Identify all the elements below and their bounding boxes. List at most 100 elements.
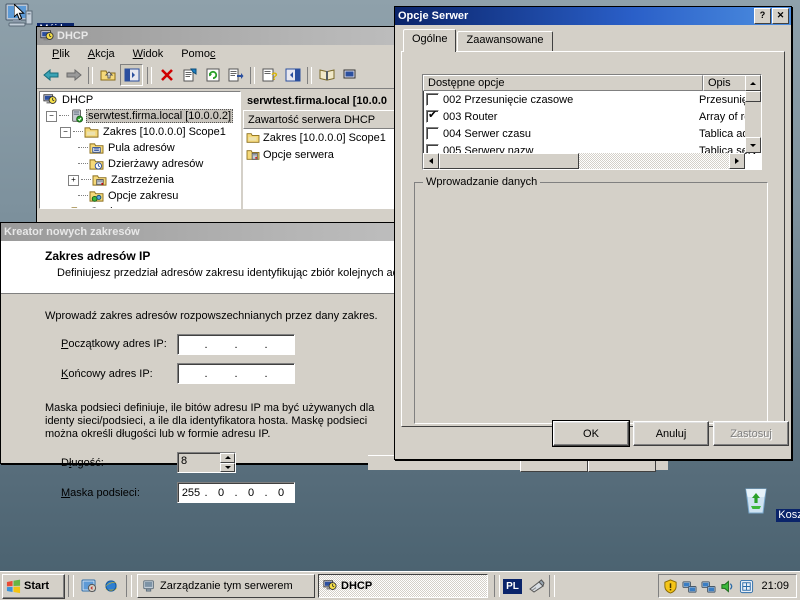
tree-item-server-options[interactable]: Opcje serwera: [40, 204, 240, 208]
option-row[interactable]: ✔ 003 Router Array of rou: [423, 108, 761, 125]
option-checkbox[interactable]: [426, 127, 439, 140]
tree-item-scope-options[interactable]: Opcje zakresu: [40, 188, 240, 204]
network-icon-2[interactable]: [701, 579, 716, 594]
horizontal-scroll-thumb[interactable]: [439, 153, 579, 169]
ok-button[interactable]: OK: [552, 420, 630, 447]
wizard-next-button[interactable]: [588, 458, 656, 472]
option-checkbox-checked[interactable]: ✔: [426, 110, 439, 123]
subnet-mask-input[interactable]: 255 . 0 . 0 . 0: [177, 482, 295, 503]
show-tree-icon[interactable]: [120, 64, 143, 86]
option-row[interactable]: 002 Przesunięcie czasowe Przesunięci: [423, 91, 761, 108]
tree-item-address-leases[interactable]: Dzierżawy adresów: [40, 156, 240, 172]
tree-item-dhcp[interactable]: DHCP: [40, 92, 240, 108]
back-arrow-icon[interactable]: [40, 65, 61, 85]
mask-length-stepper[interactable]: 8: [177, 452, 236, 473]
tree-expander-collapse-icon[interactable]: −: [46, 110, 57, 122]
options-dialog-titlebar[interactable]: Opcje Serwer ? ✕: [395, 7, 791, 25]
scroll-down-icon[interactable]: [745, 137, 761, 153]
menu-pomoc[interactable]: Pomoc: [172, 47, 224, 61]
option-row[interactable]: 004 Serwer czasu Tablica adr: [423, 125, 761, 142]
tab-zaawansowane[interactable]: Zaawansowane: [457, 31, 553, 52]
input-device-icon[interactable]: [528, 578, 546, 594]
tab-ogolne[interactable]: Ogólne: [403, 29, 457, 52]
dhcp-menubar[interactable]: Plik Akcja Widok Pomoc: [37, 45, 405, 62]
end-ip-input[interactable]: . . .: [177, 363, 295, 384]
subnet-mask-label: Maska podsieci:: [61, 487, 140, 499]
dhcp-toolbar[interactable]: ?: [37, 62, 405, 89]
system-tray[interactable]: 21:09: [658, 574, 797, 598]
tree-expander-expand-icon[interactable]: +: [68, 174, 79, 186]
export-list-icon[interactable]: [225, 65, 246, 85]
available-options-list[interactable]: Dostępne opcje Opis 002 Przesunięcie cza…: [422, 74, 762, 170]
help-icon[interactable]: ?: [259, 65, 280, 85]
tree-expander-collapse-icon[interactable]: −: [60, 126, 71, 138]
help-button[interactable]: ?: [754, 8, 771, 24]
taskbar-button-server-management[interactable]: Zarządzanie tym serwerem: [137, 574, 315, 598]
list-item[interactable]: Zakres [10.0.0.0] Scope1: [243, 129, 403, 146]
wizard-titlebar[interactable]: Kreator nowych zakresów: [1, 223, 397, 241]
tree-item-address-pool[interactable]: Pula adresów: [40, 140, 240, 156]
delete-icon[interactable]: [156, 65, 177, 85]
properties-icon[interactable]: [179, 65, 200, 85]
book-icon[interactable]: [316, 65, 337, 85]
cancel-button[interactable]: Anuluj: [633, 421, 709, 446]
dhcp-results-pane[interactable]: serwtest.firma.local [10.0.0 Zawartość s…: [243, 91, 403, 209]
mask-octet-3[interactable]: 0: [238, 487, 264, 499]
apply-button[interactable]: Zastosuj: [713, 421, 789, 446]
tree-item-scope[interactable]: − Zakres [10.0.0.0] Scope1: [40, 124, 240, 140]
mask-octet-2[interactable]: 0: [208, 487, 234, 499]
start-ip-input[interactable]: . . .: [177, 334, 295, 355]
console-icon[interactable]: [339, 65, 360, 85]
network-icon[interactable]: [682, 579, 697, 594]
clock[interactable]: 21:09: [758, 580, 792, 592]
mask-octet-4[interactable]: 0: [268, 487, 294, 499]
results-column-header[interactable]: Zawartość serwera DHCP: [243, 110, 403, 129]
vmware-tools-icon[interactable]: [739, 579, 754, 594]
dhcp-window-titlebar[interactable]: DHCP: [37, 27, 405, 45]
start-button[interactable]: Start: [2, 573, 65, 599]
taskbar-separator: [68, 575, 74, 597]
vertical-scroll-thumb[interactable]: [745, 91, 761, 102]
dhcp-tree-pane[interactable]: DHCP − serwtest.firma.local [10.0.0.2] −: [39, 91, 241, 209]
show-desktop-icon[interactable]: [81, 578, 97, 594]
scroll-right-icon[interactable]: [729, 153, 745, 169]
quick-launch-bar[interactable]: [77, 578, 123, 594]
list-item[interactable]: Opcje serwera: [243, 146, 403, 163]
list-vertical-scrollbar[interactable]: [745, 75, 761, 153]
scroll-up-icon[interactable]: [745, 75, 761, 91]
show-pane-icon[interactable]: [282, 65, 303, 85]
options-tabstrip[interactable]: Ogólne Zaawansowane: [403, 29, 554, 52]
stepper-up-icon[interactable]: [220, 453, 235, 463]
security-shield-icon[interactable]: [663, 578, 678, 594]
refresh-icon[interactable]: [202, 65, 223, 85]
server-options-dialog[interactable]: Opcje Serwer ? ✕ Ogólne Zaawansowane Dos…: [394, 6, 792, 460]
tree-connector: [78, 163, 88, 165]
wizard-back-button[interactable]: [520, 458, 588, 472]
svg-text:?: ?: [271, 71, 278, 82]
volume-icon[interactable]: [720, 579, 735, 594]
taskbar-button-dhcp[interactable]: DHCP: [318, 574, 488, 598]
new-scope-wizard-window[interactable]: Kreator nowych zakresów Zakres adresów I…: [0, 222, 420, 503]
list-horizontal-scrollbar[interactable]: [423, 153, 745, 169]
up-folder-icon[interactable]: [97, 65, 118, 85]
taskbar[interactable]: Start Zarządzanie tym serwerem DHCP PL 2…: [0, 571, 800, 600]
scroll-left-icon[interactable]: [423, 153, 439, 169]
tree-item-server[interactable]: − serwtest.firma.local [10.0.0.2]: [40, 108, 240, 124]
menu-plik[interactable]: Plik: [43, 47, 79, 61]
mask-octet-1[interactable]: 255: [178, 487, 204, 499]
internet-explorer-icon[interactable]: [103, 578, 119, 594]
tree-item-reservations[interactable]: + Zastrzeżenia: [40, 172, 240, 188]
tree-item-label: Opcje serwera: [88, 206, 163, 208]
column-header-options[interactable]: Dostępne opcje: [423, 75, 703, 91]
menu-akcja[interactable]: Akcja: [79, 47, 124, 61]
menu-widok[interactable]: Widok: [124, 47, 173, 61]
language-indicator[interactable]: PL: [503, 578, 522, 594]
stepper-arrows[interactable]: [220, 453, 235, 472]
desktop-icon-recycle-bin[interactable]: Kosz: [736, 484, 800, 522]
mask-length-value[interactable]: 8: [178, 453, 220, 472]
close-button[interactable]: ✕: [772, 8, 789, 24]
option-checkbox[interactable]: [426, 93, 439, 106]
dhcp-console-window[interactable]: DHCP Plik Akcja Widok Pomoc ? DHCP − ser…: [36, 26, 406, 224]
stepper-down-icon[interactable]: [220, 462, 235, 472]
forward-arrow-icon[interactable]: [63, 65, 84, 85]
